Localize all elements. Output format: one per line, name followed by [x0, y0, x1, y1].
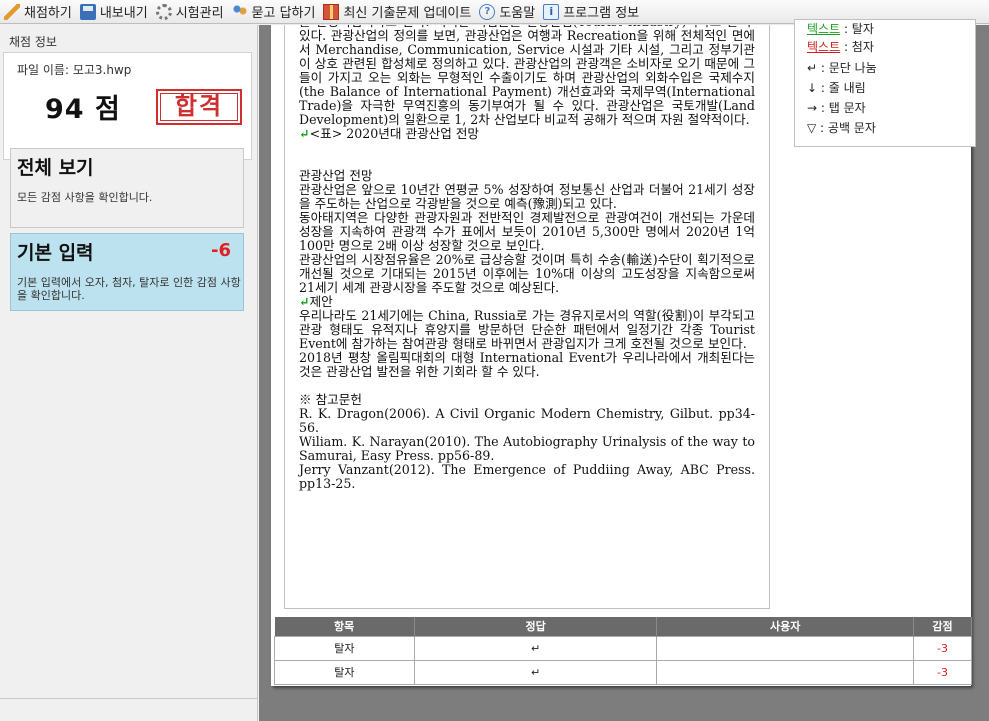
legend-box: 텍스트 : 탈자 텍스트 : 첨자 ↵ : 문단 나눔 ↓ : 줄 내림 → :…	[794, 19, 976, 147]
legend-item: → : 탭 문자	[807, 101, 866, 115]
score-value: 94 점	[45, 94, 121, 125]
document-page: 을 관광기업이라고 한다. 이러한 기업들을 관광산업(Tourist Indu…	[271, 19, 976, 686]
document-body[interactable]: 을 관광기업이라고 한다. 이러한 기업들을 관광산업(Tourist Indu…	[284, 25, 770, 609]
answer-cell: ↵	[413, 659, 658, 685]
space-icon: ▽	[807, 121, 817, 135]
info-icon: i	[543, 3, 560, 20]
heading-outlook: 관광산업 전망	[299, 168, 373, 183]
overview-card[interactable]: 전체 보기 모든 감점 사항을 확인합니다.	[10, 148, 244, 228]
heading-proposal: ↵제안	[299, 294, 333, 309]
legend-item: 텍스트 : 탈자	[807, 22, 874, 36]
paragraph: 2018년 평창 올림픽대회의 대형 International Event가 …	[299, 350, 755, 379]
references-title: ※ 참고문헌	[299, 392, 362, 407]
reference-item: R. K. Dragon(2006). A Civil Organic Mode…	[299, 406, 755, 435]
grade-button[interactable]: 채점하기	[2, 1, 78, 23]
deduction-cell: -3	[913, 635, 972, 661]
paragraph: 우리나라도 21세기에는 China, Russia로 가는 경유지로서의 역할…	[299, 308, 755, 351]
blank-space	[299, 379, 755, 393]
column-header: 항목	[274, 617, 415, 636]
grading-info-box: 파일 이름: 모고3.hwp 94 점 합격	[3, 52, 252, 160]
file-name: 파일 이름: 모고3.hwp	[17, 63, 132, 77]
column-header: 사용자	[656, 617, 915, 636]
paragraph-mark-icon: ↵	[299, 126, 310, 141]
overview-desc: 모든 감점 사항을 확인합니다.	[17, 191, 153, 204]
save-icon	[79, 3, 96, 20]
pass-stamp: 합격	[156, 89, 242, 125]
line-break-icon: ↓	[807, 81, 818, 95]
qna-button[interactable]: 묻고 답하기	[230, 1, 322, 23]
user-cell	[656, 659, 915, 685]
table-row[interactable]: 탈자 ↵ -3	[274, 659, 972, 685]
paragraph: 관광산업은 앞으로 10년간 연평균 5% 성장하여 정보통신 산업과 더불어 …	[299, 182, 755, 211]
help-icon: ?	[479, 3, 496, 20]
overview-title: 전체 보기	[17, 157, 94, 179]
basic-input-deduction: -6	[211, 240, 231, 261]
document-viewer[interactable]: 을 관광기업이라고 한다. 이러한 기업들을 관광산업(Tourist Indu…	[259, 19, 989, 721]
answer-cell: ↵	[413, 635, 658, 661]
gift-icon	[323, 3, 340, 20]
user-cell	[656, 635, 915, 661]
reference-item: Wiliam. K. Narayan(2010). The Autobiogra…	[299, 434, 755, 463]
table-caption: ↵<표> 2020년대 관광산업 전망	[299, 126, 480, 141]
left-panel: 채점 정보 파일 이름: 모고3.hwp 94 점 합격 전체 보기 모든 감점…	[0, 25, 258, 721]
legend-item: 텍스트 : 첨자	[807, 40, 874, 54]
table-row[interactable]: 탈자 ↵ -3	[274, 635, 972, 661]
paragraph: 관광산업의 시장점유율은 20%로 급상승할 것이며 특히 수송(輸送)수단이 …	[299, 252, 755, 295]
gear-icon	[155, 3, 172, 20]
pencil-icon	[4, 3, 20, 20]
section-title: 채점 정보	[9, 35, 57, 49]
paragraph: 동아태지역은 다양한 관광자원과 전반적인 경제발전으로 관광여건이 개선되는 …	[299, 210, 755, 253]
basic-input-card[interactable]: 기본 입력 -6 기본 입력에서 오자, 첨자, 탈자로 인한 감점 사항을 확…	[10, 233, 244, 311]
tab-icon: →	[807, 101, 818, 115]
blank-space	[299, 141, 755, 169]
legend-item: ▽ : 공백 문자	[807, 121, 876, 135]
paragraph-mark-icon: ↵	[299, 294, 310, 309]
help-button[interactable]: ? 도움말	[477, 1, 541, 23]
reference-item: Jerry Vanzant(2012). The Emergence of Pu…	[299, 462, 755, 491]
table-header-row: 항목 정답 사용자 감점	[274, 617, 972, 636]
paragraph-break-icon: ↵	[807, 61, 818, 75]
document-text: 을 관광기업이라고 한다. 이러한 기업들을 관광산업(Tourist Indu…	[299, 25, 755, 491]
item-cell: 탈자	[274, 659, 415, 685]
program-info-button[interactable]: i 프로그램 정보	[541, 1, 645, 23]
basic-input-title: 기본 입력	[17, 242, 94, 264]
column-header: 감점	[913, 617, 972, 636]
column-header: 정답	[414, 617, 658, 636]
legend-item: ↵ : 문단 나눔	[807, 61, 877, 75]
deduction-cell: -3	[913, 659, 972, 685]
update-button[interactable]: 최신 기출문제 업데이트	[321, 1, 477, 23]
export-button[interactable]: 내보내기	[78, 1, 154, 23]
deduction-table: 항목 정답 사용자 감점 탈자 ↵ -3 탈자 ↵ -3	[274, 617, 972, 685]
exam-manage-button[interactable]: 시험관리	[154, 1, 230, 23]
paragraph: 을 관광기업이라고 한다. 이러한 기업들을 관광산업(Tourist Indu…	[299, 25, 755, 127]
basic-input-desc: 기본 입력에서 오자, 첨자, 탈자로 인한 감점 사항을 확인합니다.	[17, 276, 241, 302]
people-icon	[231, 3, 248, 20]
item-cell: 탈자	[274, 635, 415, 661]
divider	[0, 698, 258, 699]
legend-item: ↓ : 줄 내림	[807, 81, 866, 95]
